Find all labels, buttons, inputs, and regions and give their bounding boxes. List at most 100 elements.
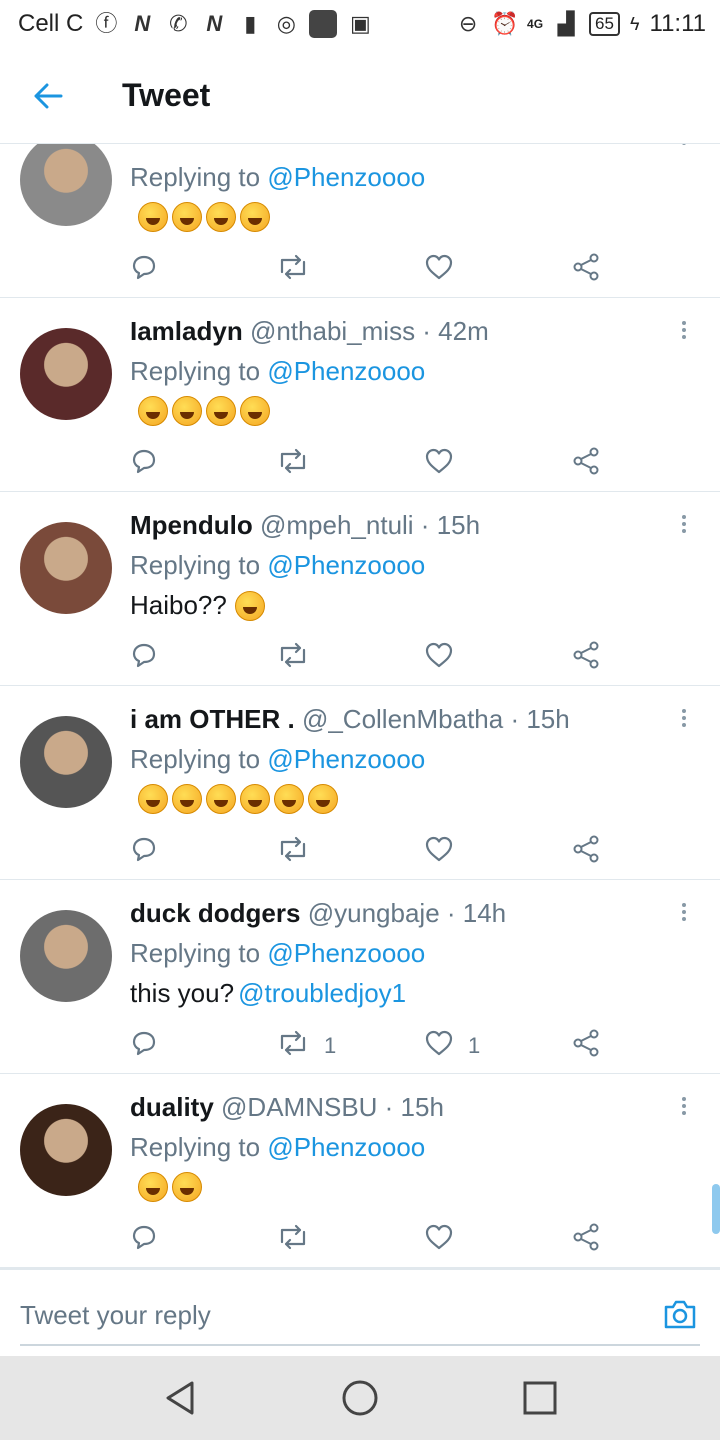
- reply-tweet[interactable]: i am OTHER . @_CollenMbatha · 15h Replyin…: [0, 686, 720, 880]
- n-icon: N: [134, 11, 151, 36]
- retweet-icon: [276, 642, 310, 674]
- replying-label: Replying to: [130, 356, 261, 386]
- author-name[interactable]: Mpendulo: [130, 510, 253, 540]
- author-name[interactable]: duality: [130, 1092, 214, 1122]
- nav-back-icon[interactable]: [160, 1378, 200, 1418]
- share-button[interactable]: [572, 1028, 600, 1064]
- retweet-button[interactable]: 1: [276, 1028, 336, 1064]
- reply-feed[interactable]: Replying to @Phenzoooo Iamladyn @nthabi_m…: [0, 144, 720, 1268]
- charging-icon: ϟ: [629, 13, 640, 34]
- retweet-icon: [276, 1224, 310, 1256]
- reply-button[interactable]: [130, 1222, 158, 1258]
- replying-to-mention[interactable]: @Phenzoooo: [267, 550, 425, 580]
- replying-to-mention[interactable]: @Phenzoooo: [267, 356, 425, 386]
- author-name[interactable]: duck dodgers: [130, 898, 300, 928]
- share-button[interactable]: [572, 834, 600, 870]
- like-count: 1: [468, 1033, 481, 1058]
- avatar[interactable]: [20, 522, 112, 614]
- replying-to-mention[interactable]: @Phenzoooo: [267, 1132, 425, 1162]
- more-options-icon[interactable]: [674, 1094, 694, 1122]
- author-name[interactable]: Iamladyn: [130, 316, 243, 346]
- avatar[interactable]: [20, 1104, 112, 1196]
- signal-icon: ▟: [557, 11, 575, 36]
- more-options-icon[interactable]: [674, 144, 694, 152]
- heart-icon: [424, 835, 454, 869]
- tweet-author-line: Iamladyn @nthabi_miss · 42m: [130, 316, 489, 347]
- reply-button[interactable]: [130, 640, 158, 676]
- like-button[interactable]: [424, 252, 468, 288]
- scrollbar[interactable]: [712, 1184, 720, 1234]
- reply-tweet[interactable]: duck dodgers @yungbaje · 14h Replying to …: [0, 880, 720, 1074]
- more-options-icon[interactable]: [674, 318, 694, 346]
- reply-tweet[interactable]: Mpendulo @mpeh_ntuli · 15h Replying to @P…: [0, 492, 720, 686]
- laughing-emoji-icon: [206, 784, 236, 814]
- share-icon: [572, 1029, 600, 1063]
- tweet-mention[interactable]: @troubledjoy1: [238, 978, 406, 1009]
- alarm-icon: ⏰: [491, 11, 519, 36]
- tweet-body: Haibo??: [130, 590, 265, 621]
- nav-recents-icon[interactable]: [520, 1378, 560, 1418]
- heart-icon: [424, 1029, 454, 1063]
- reply-button[interactable]: [130, 834, 158, 870]
- retweet-button[interactable]: [276, 834, 324, 870]
- share-button[interactable]: [572, 446, 600, 482]
- like-button[interactable]: 1: [424, 1028, 480, 1064]
- reply-button[interactable]: [130, 1028, 158, 1064]
- laughing-emoji-icon: [206, 202, 236, 232]
- tweet-author-line: duck dodgers @yungbaje · 14h: [130, 898, 506, 929]
- avatar[interactable]: [20, 910, 112, 1002]
- author-handle: @mpeh_ntuli · 15h: [260, 510, 481, 540]
- like-button[interactable]: [424, 1222, 468, 1258]
- laughing-emoji-icon: [240, 784, 270, 814]
- tweet-author-line: Mpendulo @mpeh_ntuli · 15h: [130, 510, 480, 541]
- reply-button[interactable]: [130, 252, 158, 288]
- reply-icon: [130, 447, 158, 481]
- like-button[interactable]: [424, 446, 468, 482]
- gallery-icon: ▣: [349, 11, 371, 36]
- arrow-left-icon: [34, 83, 63, 108]
- reply-tweet[interactable]: Replying to @Phenzoooo: [0, 144, 720, 298]
- nav-home-icon[interactable]: [340, 1378, 380, 1418]
- more-options-icon[interactable]: [674, 512, 694, 540]
- laughing-emoji-icon: [172, 1172, 202, 1202]
- reply-tweet[interactable]: duality @DAMNSBU · 15h Replying to @Phenz…: [0, 1074, 720, 1268]
- status-left: Cell C ⓕ N ✆ N ▮ ◎ ▣: [18, 10, 373, 38]
- laughing-emoji-icon: [138, 396, 168, 426]
- retweet-button[interactable]: [276, 1222, 324, 1258]
- replying-to-line: Replying to @Phenzoooo: [130, 356, 425, 387]
- share-button[interactable]: [572, 252, 600, 288]
- avatar[interactable]: [20, 328, 112, 420]
- reply-button[interactable]: [130, 446, 158, 482]
- author-handle: @DAMNSBU · 15h: [221, 1092, 444, 1122]
- reply-tweet[interactable]: Iamladyn @nthabi_miss · 42m Replying to @…: [0, 298, 720, 492]
- retweet-button[interactable]: [276, 446, 324, 482]
- share-button[interactable]: [572, 640, 600, 676]
- camera-icon[interactable]: [662, 1296, 698, 1332]
- reply-input[interactable]: Tweet your reply: [20, 1284, 700, 1346]
- retweet-button[interactable]: [276, 640, 324, 676]
- more-options-icon[interactable]: [674, 900, 694, 928]
- retweet-count: 1: [324, 1033, 337, 1058]
- laughing-emoji-icon: [172, 202, 202, 232]
- laughing-emoji-icon: [138, 784, 168, 814]
- tweet-text: this you?: [130, 978, 235, 1008]
- avatar[interactable]: [20, 144, 112, 226]
- laughing-emoji-icon: [308, 784, 338, 814]
- replying-to-mention[interactable]: @Phenzoooo: [267, 938, 425, 968]
- tweet-body: this you? @troubledjoy1: [130, 978, 406, 1009]
- share-button[interactable]: [572, 1222, 600, 1258]
- like-button[interactable]: [424, 640, 468, 676]
- retweet-button[interactable]: [276, 252, 324, 288]
- more-options-icon[interactable]: [674, 706, 694, 734]
- author-name[interactable]: i am OTHER .: [130, 704, 295, 734]
- replying-to-mention[interactable]: @Phenzoooo: [267, 744, 425, 774]
- share-icon: [572, 447, 600, 481]
- heart-icon: [424, 253, 454, 287]
- like-button[interactable]: [424, 834, 468, 870]
- replying-to-mention[interactable]: @Phenzoooo: [267, 162, 425, 192]
- replying-label: Replying to: [130, 550, 261, 580]
- avatar[interactable]: [20, 716, 112, 808]
- back-button[interactable]: [0, 48, 96, 144]
- reply-icon: [130, 1029, 158, 1063]
- laughing-emoji-icon: [138, 1172, 168, 1202]
